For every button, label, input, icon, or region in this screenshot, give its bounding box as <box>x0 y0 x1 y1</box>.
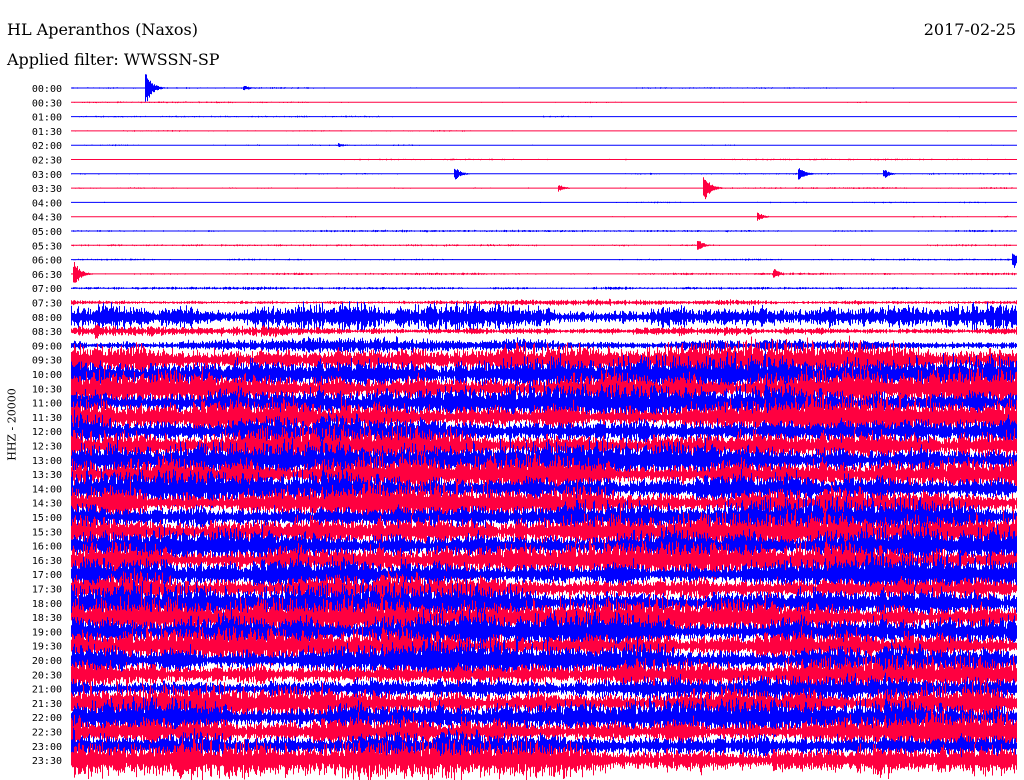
row-time-label: 22:00 <box>32 713 62 724</box>
trace-row-0700 <box>71 286 1017 290</box>
trace-row-0430 <box>71 212 1017 221</box>
row-time-label: 09:00 <box>32 341 62 352</box>
row-time-label: 07:30 <box>32 299 62 310</box>
row-time-label: 16:00 <box>32 542 62 553</box>
row-time-label: 21:00 <box>32 685 62 696</box>
trace-row-0630 <box>71 262 1017 283</box>
row-time-label: 14:00 <box>32 484 62 495</box>
row-time-label: 01:30 <box>32 127 62 138</box>
row-time-label: 12:30 <box>32 442 62 453</box>
helicorder-plot: 00:00 00:30 01:00 01:30 02:00 02:30 03:00 03:30… <box>32 74 1017 780</box>
row-time-label: 04:30 <box>32 213 62 224</box>
trace-row-0730 <box>71 298 1017 306</box>
row-time-label: 15:30 <box>32 527 62 538</box>
trace-row-0600 <box>71 253 1017 268</box>
row-time-label: 04:00 <box>32 198 62 209</box>
row-time-label: 03:00 <box>32 170 62 181</box>
trace-row-0500 <box>71 229 1017 233</box>
trace-row-0100 <box>71 115 1017 118</box>
trace-row-0300 <box>71 168 1017 180</box>
row-time-label: 22:30 <box>32 728 62 739</box>
row-time-label: 23:00 <box>32 742 62 753</box>
row-time-label: 13:00 <box>32 456 62 467</box>
row-time-label: 13:30 <box>32 470 62 481</box>
row-time-label: 00:30 <box>32 98 62 109</box>
row-time-label: 12:00 <box>32 427 62 438</box>
row-time-label: 23:30 <box>32 756 62 767</box>
row-time-label: 06:00 <box>32 256 62 267</box>
row-time-label: 16:30 <box>32 556 62 567</box>
row-time-label: 06:30 <box>32 270 62 281</box>
row-time-label: 21:30 <box>32 699 62 710</box>
trace-row-0530 <box>71 241 1017 250</box>
trace-row-0800 <box>71 301 1017 333</box>
row-time-label: 17:00 <box>32 570 62 581</box>
row-time-label: 20:30 <box>32 670 62 681</box>
trace-row-0030 <box>71 101 1017 104</box>
row-time-label: 07:00 <box>32 284 62 295</box>
row-time-label: 17:30 <box>32 585 62 596</box>
row-time-label: 18:00 <box>32 599 62 610</box>
trace-row-0000 <box>71 74 1017 102</box>
trace-row-0230 <box>71 158 1017 161</box>
row-time-label: 11:30 <box>32 413 62 424</box>
trace-row-0400 <box>71 201 1017 204</box>
row-time-label: 19:30 <box>32 642 62 653</box>
trace-row-0900 <box>71 336 1017 355</box>
row-time-label: 08:00 <box>32 313 62 324</box>
row-time-label: 08:30 <box>32 327 62 338</box>
trace-row-0200 <box>71 143 1017 147</box>
row-time-label: 00:00 <box>32 84 62 95</box>
row-time-label: 20:00 <box>32 656 62 667</box>
row-time-label: 05:30 <box>32 241 62 252</box>
trace-row-0130 <box>71 130 1017 132</box>
row-time-label: 18:30 <box>32 613 62 624</box>
row-time-label: 03:30 <box>32 184 62 195</box>
row-time-label: 19:00 <box>32 627 62 638</box>
trace-row-0830 <box>71 323 1017 339</box>
row-time-label: 10:30 <box>32 384 62 395</box>
row-time-label: 11:00 <box>32 399 62 410</box>
row-time-label: 02:30 <box>32 156 62 167</box>
row-time-label: 09:30 <box>32 356 62 367</box>
trace-row-0330 <box>71 177 1017 200</box>
row-time-label: 01:00 <box>32 113 62 124</box>
row-time-label: 14:30 <box>32 499 62 510</box>
row-time-label: 05:00 <box>32 227 62 238</box>
row-time-label: 15:00 <box>32 513 62 524</box>
row-time-label: 10:00 <box>32 370 62 381</box>
row-time-label: 02:00 <box>32 141 62 152</box>
